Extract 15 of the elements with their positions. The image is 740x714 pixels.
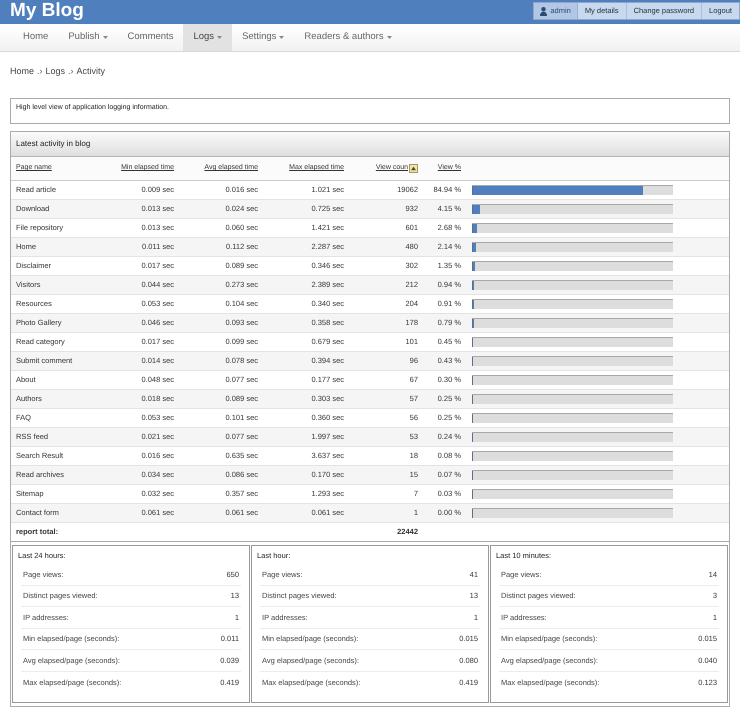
panel-title: Latest activity in blog xyxy=(11,132,729,157)
breadcrumb-link[interactable]: Logs xyxy=(46,65,66,78)
nav-tab[interactable]: Comments xyxy=(118,24,184,51)
breadcrumb-separator: .› xyxy=(37,65,43,78)
nav-tab[interactable]: Publish xyxy=(58,24,118,51)
breadcrumb-link[interactable]: Activity xyxy=(76,65,106,78)
user-icon xyxy=(540,6,548,16)
sort-up-icon xyxy=(409,164,418,173)
nav-tab[interactable]: Readers & authors xyxy=(294,24,402,51)
nav-tab[interactable]: Logs xyxy=(183,24,232,51)
breadcrumb-link[interactable]: Home xyxy=(10,65,34,78)
nav-tab[interactable]: Home xyxy=(13,24,58,51)
nav-tab[interactable]: Settings xyxy=(232,24,294,51)
site-title[interactable]: My Blog xyxy=(10,0,84,22)
breadcrumb-separator: .› xyxy=(68,65,74,78)
